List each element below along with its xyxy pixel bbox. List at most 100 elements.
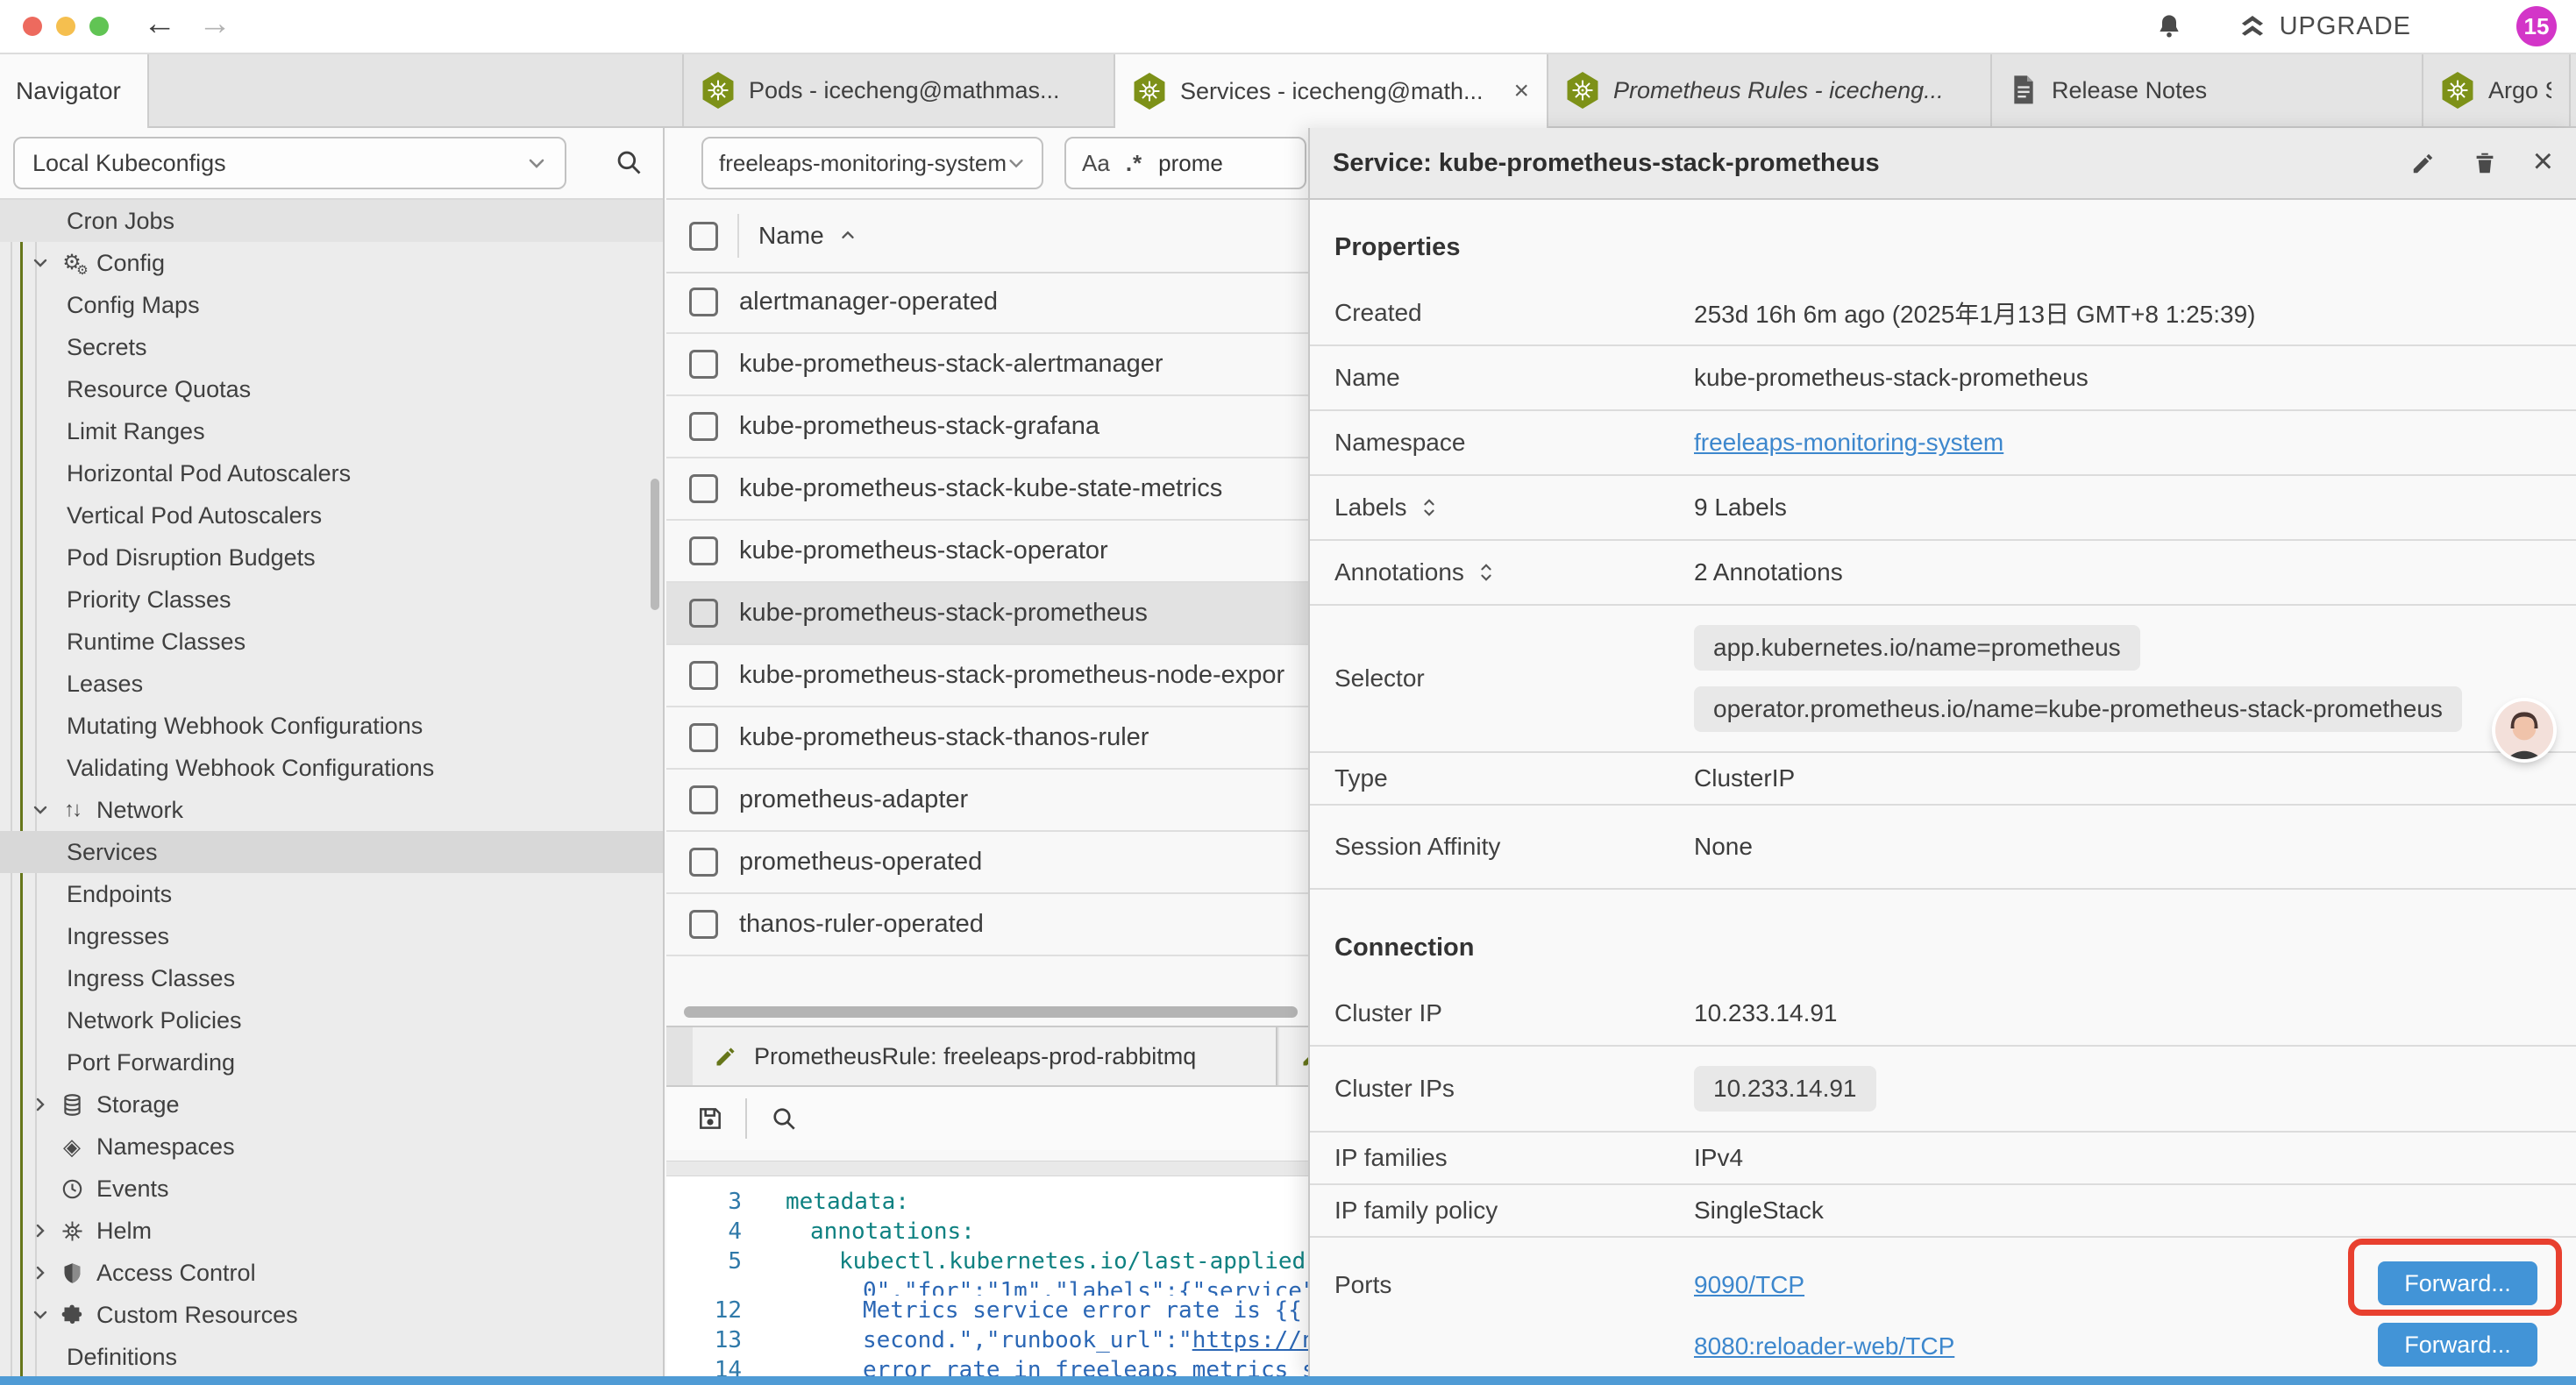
name-filter-input[interactable]: Aa .* prome xyxy=(1064,137,1306,189)
sidebar-item-access-control[interactable]: Access Control xyxy=(0,1252,663,1294)
table-row[interactable]: prometheus-adapter xyxy=(666,770,1308,832)
namespace-link[interactable]: freeleaps-monitoring-system xyxy=(1694,429,2003,457)
chevron-right-icon[interactable] xyxy=(30,1262,51,1283)
forward-icon[interactable]: → xyxy=(198,5,231,43)
table-row[interactable]: kube-prometheus-stack-alertmanager xyxy=(666,334,1308,396)
row-checkbox[interactable] xyxy=(689,474,718,503)
sort-ascending-icon[interactable] xyxy=(838,226,857,245)
chevron-down-icon[interactable] xyxy=(30,252,51,273)
table-row[interactable]: kube-prometheus-stack-kube-state-metrics xyxy=(666,458,1308,521)
column-name-header[interactable]: Name xyxy=(758,222,824,250)
table-row[interactable]: alertmanager-operated xyxy=(666,272,1308,334)
sort-toggle-icon[interactable] xyxy=(1420,496,1439,519)
row-checkbox[interactable] xyxy=(689,661,718,690)
sidebar-item-ingress-classes[interactable]: Ingress Classes xyxy=(0,957,663,999)
sidebar-item-network[interactable]: ↑↓Network xyxy=(0,789,663,831)
save-icon[interactable] xyxy=(696,1104,724,1133)
sidebar-item-pod-disruption-budgets[interactable]: Pod Disruption Budgets xyxy=(0,536,663,579)
sidebar-item-ingresses[interactable]: Ingresses xyxy=(0,915,663,957)
sidebar-item-label: Namespaces xyxy=(96,1133,235,1161)
forward-button[interactable]: Forward... xyxy=(2378,1261,2537,1305)
search-in-editor-icon[interactable] xyxy=(770,1104,798,1133)
sidebar-item-limit-ranges[interactable]: Limit Ranges xyxy=(0,410,663,452)
kubeconfig-select[interactable]: Local Kubeconfigs xyxy=(13,137,566,189)
chevron-down-icon[interactable] xyxy=(30,1304,51,1325)
table-row[interactable]: kube-prometheus-stack-grafana xyxy=(666,396,1308,458)
sidebar-item-secrets[interactable]: Secrets xyxy=(0,326,663,368)
row-checkbox[interactable] xyxy=(689,288,718,316)
notifications-bell-icon[interactable] xyxy=(2155,12,2183,40)
close-window-icon[interactable] xyxy=(23,17,42,36)
tab-pods-icecheng-mathmas[interactable]: Pods - icecheng@mathmas... xyxy=(682,54,1115,126)
tab-argo-se[interactable]: Argo Se xyxy=(2423,54,2571,126)
namespace-select[interactable]: freeleaps-monitoring-system xyxy=(701,137,1043,189)
port-link-9090-tcp[interactable]: 9090/TCP xyxy=(1694,1271,1804,1298)
close-icon[interactable]: × xyxy=(2533,144,2553,179)
match-case-toggle[interactable]: Aa xyxy=(1082,150,1110,177)
port-link-8080-reloader-web-tcp[interactable]: 8080:reloader-web/TCP xyxy=(1694,1332,1954,1360)
chevron-right-icon[interactable] xyxy=(30,1094,51,1115)
editor-tab-next[interactable] xyxy=(1279,1027,1308,1085)
sidebar-item-runtime-classes[interactable]: Runtime Classes xyxy=(0,621,663,663)
sidebar-item-storage[interactable]: Storage xyxy=(0,1083,663,1126)
sort-toggle-icon[interactable] xyxy=(1477,561,1496,584)
tab-navigator[interactable]: Navigator xyxy=(0,54,149,128)
table-row[interactable]: kube-prometheus-stack-prometheus xyxy=(666,583,1308,645)
sidebar-item-helm[interactable]: Helm xyxy=(0,1210,663,1252)
yaml-editor[interactable]: 3metadata:4annotations:5kubectl.kubernet… xyxy=(666,1176,1308,1376)
row-checkbox[interactable] xyxy=(689,848,718,877)
table-row[interactable]: prometheus-operated xyxy=(666,832,1308,894)
row-checkbox[interactable] xyxy=(689,910,718,939)
sidebar-item-services[interactable]: Services xyxy=(0,831,663,873)
tab-prometheus-rules-icecheng[interactable]: Prometheus Rules - icecheng... xyxy=(1548,54,1992,126)
chevron-right-icon[interactable] xyxy=(30,1220,51,1241)
row-checkbox[interactable] xyxy=(689,785,718,814)
sidebar-scrollbar[interactable] xyxy=(651,479,659,610)
regex-toggle[interactable]: .* xyxy=(1126,150,1142,177)
sidebar-item-definitions[interactable]: Definitions xyxy=(0,1336,663,1376)
sidebar-item-config-maps[interactable]: Config Maps xyxy=(0,284,663,326)
minimize-window-icon[interactable] xyxy=(56,17,75,36)
sidebar-item-horizontal-pod-autoscalers[interactable]: Horizontal Pod Autoscalers xyxy=(0,452,663,494)
maximize-window-icon[interactable] xyxy=(89,17,109,36)
sidebar-item-port-forwarding[interactable]: Port Forwarding xyxy=(0,1041,663,1083)
edit-pencil-icon[interactable] xyxy=(2410,150,2437,176)
tab-services-icecheng-math[interactable]: Services - icecheng@math...× xyxy=(1115,54,1548,128)
sidebar-item-vertical-pod-autoscalers[interactable]: Vertical Pod Autoscalers xyxy=(0,494,663,536)
sidebar-item-priority-classes[interactable]: Priority Classes xyxy=(0,579,663,621)
helm-icon xyxy=(58,1219,86,1243)
row-checkbox[interactable] xyxy=(689,412,718,441)
back-icon[interactable]: ← xyxy=(143,5,176,43)
tab-release-notes[interactable]: Release Notes xyxy=(1992,54,2423,126)
sidebar-item-custom-resources[interactable]: Custom Resources xyxy=(0,1294,663,1336)
horizontal-scrollbar[interactable] xyxy=(666,1006,1308,1019)
delete-trash-icon[interactable] xyxy=(2472,150,2498,176)
table-row[interactable]: thanos-ruler-operated xyxy=(666,894,1308,956)
sidebar-item-events[interactable]: Events xyxy=(0,1168,663,1210)
sidebar-item-validating-webhook-configurations[interactable]: Validating Webhook Configurations xyxy=(0,747,663,789)
select-all-checkbox[interactable] xyxy=(689,222,718,251)
forward-button[interactable]: Forward... xyxy=(2378,1323,2537,1367)
sidebar-item-namespaces[interactable]: ◈Namespaces xyxy=(0,1126,663,1168)
sidebar-item-leases[interactable]: Leases xyxy=(0,663,663,705)
sidebar-item-config[interactable]: ⚙⚙Config xyxy=(0,242,663,284)
sidebar-item-cron-jobs[interactable]: Cron Jobs xyxy=(0,200,663,242)
sidebar-item-network-policies[interactable]: Network Policies xyxy=(0,999,663,1041)
sidebar-item-endpoints[interactable]: Endpoints xyxy=(0,873,663,915)
row-checkbox[interactable] xyxy=(689,723,718,752)
row-checkbox[interactable] xyxy=(689,350,718,379)
close-tab-icon[interactable]: × xyxy=(1513,76,1529,106)
table-row[interactable]: kube-prometheus-stack-operator xyxy=(666,521,1308,583)
upgrade-button[interactable]: UPGRADE xyxy=(2238,11,2411,41)
sidebar-item-resource-quotas[interactable]: Resource Quotas xyxy=(0,368,663,410)
chevron-down-icon[interactable] xyxy=(30,799,51,820)
table-row[interactable]: kube-prometheus-stack-prometheus-node-ex… xyxy=(666,645,1308,707)
editor-tab-prometheusrule[interactable]: PrometheusRule: freeleaps-prod-rabbitmq xyxy=(693,1027,1277,1085)
sidebar-item-mutating-webhook-configurations[interactable]: Mutating Webhook Configurations xyxy=(0,705,663,747)
notification-count-badge[interactable]: 15 xyxy=(2516,6,2557,46)
row-checkbox[interactable] xyxy=(689,599,718,628)
search-icon[interactable] xyxy=(614,147,644,177)
table-row[interactable]: kube-prometheus-stack-thanos-ruler xyxy=(666,707,1308,770)
user-avatar[interactable] xyxy=(2495,701,2553,759)
row-checkbox[interactable] xyxy=(689,536,718,565)
